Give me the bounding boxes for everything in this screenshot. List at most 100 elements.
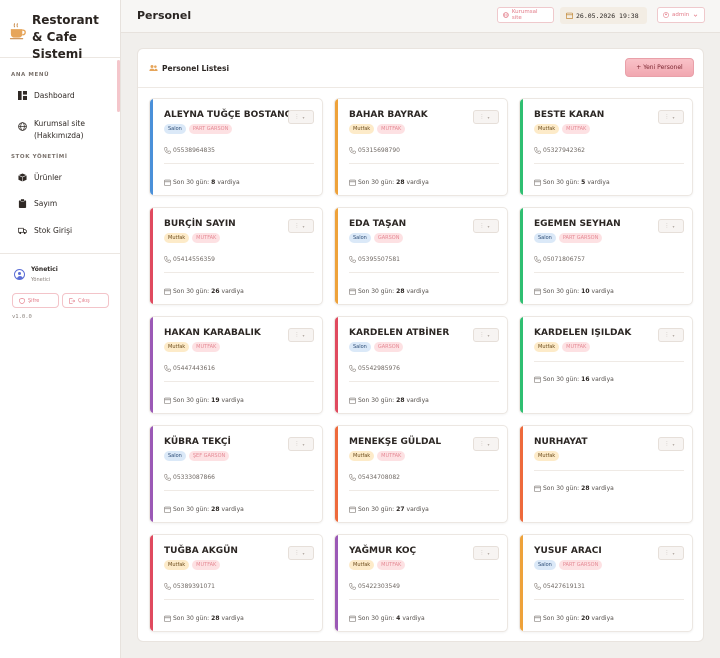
staff-phone: 05315698790 [349, 147, 400, 154]
department-badge: Mutfak [164, 233, 190, 243]
logout-button[interactable]: Çıkış [62, 293, 109, 308]
panel-header: Personel Listesi + Yeni Personel [138, 49, 703, 88]
sidebar-item-corporate-site[interactable]: Kurumsal site (Hakkımızda) [0, 118, 100, 142]
staff-phone: 05414556359 [164, 256, 215, 263]
shift-count: 28 [581, 485, 590, 492]
staff-name: BURÇİN SAYIN [164, 219, 236, 229]
chevron-down-icon: ▾ [302, 223, 308, 229]
shift-summary: Son 30 gün: 8 vardiya [164, 179, 240, 186]
calendar-icon [534, 376, 541, 383]
card-accent-bar [520, 99, 523, 195]
card-divider [349, 272, 499, 273]
phone-number: 05395507581 [358, 256, 400, 263]
section-label-main: ANA MENÜ [11, 72, 50, 78]
sidebar-item-count[interactable]: Sayım [0, 199, 57, 208]
phone-icon [164, 474, 171, 481]
shift-summary: Son 30 gün: 20 vardiya [534, 615, 614, 622]
shift-prefix: Son 30 gün: [358, 288, 395, 295]
card-actions-button[interactable]: ⋮ ▾ [658, 219, 684, 233]
card-actions-button[interactable]: ⋮ ▾ [658, 437, 684, 451]
card-actions-button[interactable]: ⋮ ▾ [473, 328, 499, 342]
role-badge: PART GARSON [558, 560, 603, 570]
staff-card[interactable]: KARDELEN ATBİNER ⋮ ▾ Salon GARSON 05542985976… [334, 316, 508, 414]
card-actions-button[interactable]: ⋮ ▾ [658, 110, 684, 124]
staff-name: EGEMEN SEYHAN [534, 219, 621, 229]
staff-card[interactable]: BAHAR BAYRAK ⋮ ▾ Mutfak MUTFAK 05315698790 Son… [334, 98, 508, 196]
staff-card[interactable]: KÜBRA TEKÇİ ⋮ ▾ Salon ŞEF GARSON 05333087866 S… [149, 425, 323, 523]
staff-name: BAHAR BAYRAK [349, 110, 428, 120]
new-staff-button[interactable]: + Yeni Personel [625, 58, 694, 77]
page-title: Personel [137, 9, 192, 22]
sidebar-item-dashboard[interactable]: Dashboard [0, 91, 75, 100]
phone-icon [164, 147, 171, 154]
shift-prefix: Son 30 gün: [358, 179, 395, 186]
shift-count: 27 [396, 506, 405, 513]
card-divider [349, 163, 499, 164]
calendar-icon [164, 615, 171, 622]
shift-summary: Son 30 gün: 27 vardiya [349, 506, 429, 513]
calendar-icon [534, 288, 541, 295]
staff-card[interactable]: YAĞMUR KOÇ ⋮ ▾ Mutfak MUTFAK 05422303549 Son 3… [334, 534, 508, 632]
shift-count: 5 [581, 179, 586, 186]
staff-card[interactable]: MENEKŞE GÜLDAL ⋮ ▾ Mutfak MUTFAK 05434708082 S… [334, 425, 508, 523]
more-vertical-icon: ⋮ [479, 332, 488, 338]
shift-prefix: Son 30 gün: [543, 615, 580, 622]
role-badge: GARSON [373, 342, 404, 352]
phone-number: 05389391071 [173, 583, 215, 590]
role-badge: PART GARSON [558, 233, 603, 243]
password-button[interactable]: Şifre [12, 293, 59, 308]
role-badge: MUTFAK [562, 124, 591, 134]
card-actions-button[interactable]: ⋮ ▾ [473, 437, 499, 451]
card-actions-button[interactable]: ⋮ ▾ [473, 546, 499, 560]
staff-name: TUĞBA AKGÜN [164, 546, 238, 556]
globe-icon [503, 12, 509, 18]
staff-card[interactable]: BESTE KARAN ⋮ ▾ Mutfak MUTFAK 05327942362 Son … [519, 98, 693, 196]
staff-card[interactable]: NURHAYAT ⋮ ▾ Mutfak Son 30 gün: 28 vardiya [519, 425, 693, 523]
calendar-icon [349, 615, 356, 622]
card-actions-button[interactable]: ⋮ ▾ [658, 328, 684, 342]
card-actions-button[interactable]: ⋮ ▾ [473, 110, 499, 124]
card-actions-button[interactable]: ⋮ ▾ [473, 219, 499, 233]
card-accent-bar [335, 208, 338, 304]
staff-card[interactable]: EDA TAŞAN ⋮ ▾ Salon GARSON 05395507581 Son 30 … [334, 207, 508, 305]
corporate-site-link[interactable]: Kurumsal site [497, 7, 554, 23]
staff-card[interactable]: TUĞBA AKGÜN ⋮ ▾ Mutfak MUTFAK 05389391071 Son … [149, 534, 323, 632]
user-menu-dropdown[interactable]: admin [657, 7, 705, 23]
sidebar-item-products[interactable]: Ürünler [0, 173, 62, 182]
staff-name: HAKAN KARABALIK [164, 328, 261, 338]
phone-number: 05333087866 [173, 474, 215, 481]
shift-count: 28 [211, 615, 220, 622]
staff-name: KARDELEN ATBİNER [349, 328, 450, 338]
staff-card[interactable]: EGEMEN SEYHAN ⋮ ▾ Salon PART GARSON 050718067… [519, 207, 693, 305]
staff-name: KÜBRA TEKÇİ [164, 437, 231, 447]
staff-badges: Salon PART GARSON [164, 124, 235, 134]
shift-summary: Son 30 gün: 26 vardiya [164, 288, 244, 295]
sidebar-scrollbar[interactable] [117, 60, 120, 112]
card-actions-button[interactable]: ⋮ ▾ [288, 328, 314, 342]
calendar-icon [164, 288, 171, 295]
shift-summary: Son 30 gün: 28 vardiya [164, 615, 244, 622]
card-actions-button[interactable]: ⋮ ▾ [288, 546, 314, 560]
staff-card[interactable]: HAKAN KARABALIK ⋮ ▾ Mutfak MUTFAK 05447443616… [149, 316, 323, 414]
phone-icon [349, 147, 356, 154]
more-vertical-icon: ⋮ [294, 223, 303, 229]
more-vertical-icon: ⋮ [664, 114, 673, 120]
card-actions-button[interactable]: ⋮ ▾ [288, 437, 314, 451]
more-vertical-icon: ⋮ [479, 550, 488, 556]
sidebar-item-label: Sayım [34, 199, 58, 208]
card-actions-button[interactable]: ⋮ ▾ [288, 219, 314, 233]
department-badge: Mutfak [349, 124, 375, 134]
staff-card[interactable]: BURÇİN SAYIN ⋮ ▾ Mutfak MUTFAK 05414556359 Son… [149, 207, 323, 305]
card-actions-button[interactable]: ⋮ ▾ [658, 546, 684, 560]
sidebar-item-stock-entry[interactable]: Stok Girişi [0, 226, 72, 235]
role-badge: MUTFAK [562, 342, 591, 352]
staff-name: BESTE KARAN [534, 110, 605, 120]
phone-number: 05071806757 [543, 256, 585, 263]
card-actions-button[interactable]: ⋮ ▾ [288, 110, 314, 124]
chevron-down-icon: ▾ [487, 550, 493, 556]
staff-card[interactable]: ALEYNA TUĞÇE BOSTANCI ⋮ ▾ Salon PART GARSON 0… [149, 98, 323, 196]
staff-card[interactable]: YUSUF ARACI ⋮ ▾ Salon PART GARSON 05427619131… [519, 534, 693, 632]
dashboard-icon [18, 91, 27, 100]
role-badge: PART GARSON [188, 124, 233, 134]
staff-card[interactable]: KARDELEN IŞILDAK ⋮ ▾ Mutfak MUTFAK Son 30 gün… [519, 316, 693, 414]
